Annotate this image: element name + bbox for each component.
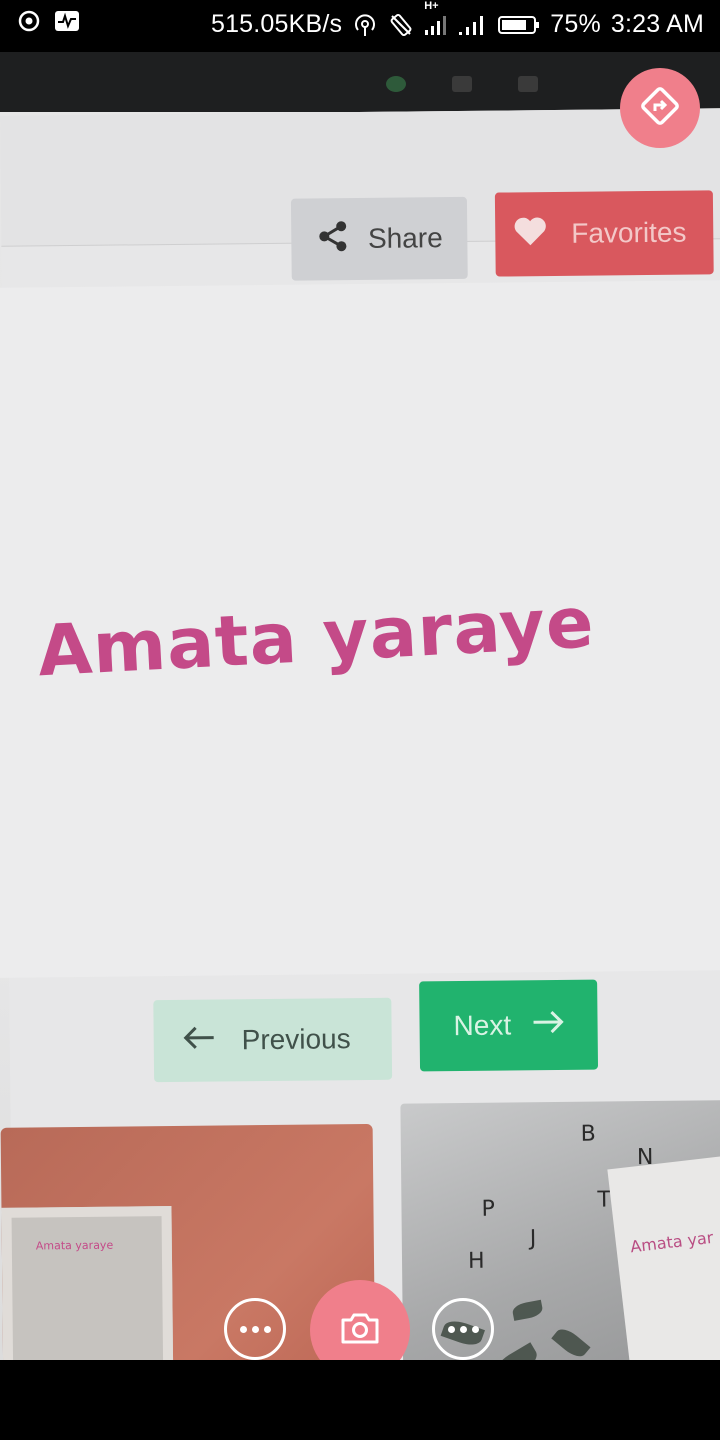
phrase-card: Amata yaraye [0, 280, 720, 978]
tab-icon [452, 76, 472, 92]
favorites-label: Favorites [571, 216, 687, 249]
activity-icon [54, 10, 80, 32]
next-label: Next [453, 1009, 512, 1042]
directions-icon [638, 84, 682, 133]
clock: 3:23 AM [610, 10, 704, 38]
photographed-screen: Share Favorites Amata yaraye Previous Ne… [0, 108, 720, 1360]
camera-viewport[interactable]: Share Favorites Amata yaraye Previous Ne… [0, 52, 720, 1360]
monitor-bezel [0, 52, 720, 112]
next-button: Next [419, 979, 599, 1072]
bookmark-icon [518, 76, 538, 92]
hotspot-icon [352, 12, 378, 38]
auto-rotate-icon [388, 12, 414, 38]
thumbnail-text: Amata yar [629, 1227, 715, 1257]
arrow-right-icon [531, 1009, 565, 1041]
status-bar: 515.05KB/s H+ 75% 3:23 AM [0, 0, 720, 52]
network-speed: 515.05KB/s [210, 10, 343, 38]
heart-icon [513, 216, 547, 253]
navigation-bar [0, 1360, 720, 1440]
more-icon [239, 1325, 247, 1333]
share-button: Share [290, 196, 468, 281]
leaf [511, 1299, 544, 1321]
previous-button: Previous [153, 997, 393, 1083]
paper-card: Amata yar ≈ [607, 1153, 720, 1360]
network-type: H+ [424, 0, 439, 12]
more-options-left-button[interactable] [224, 1298, 286, 1360]
letter: J [529, 1226, 537, 1252]
battery-icon [498, 14, 540, 36]
signal-icon: H+ [424, 0, 448, 36]
previous-label: Previous [241, 1023, 351, 1056]
browser-icon [386, 76, 406, 92]
letter: H [467, 1248, 485, 1274]
favorites-button: Favorites [494, 190, 714, 277]
thumbnail-text: Amata yaraye [35, 1238, 114, 1253]
leaf [490, 1342, 542, 1360]
more-options-right-button[interactable] [432, 1298, 494, 1360]
camera-icon [339, 1310, 381, 1351]
record-icon [18, 10, 40, 32]
letter: P [481, 1196, 495, 1222]
phrase-title: Amata yaraye [35, 581, 597, 693]
share-label: Share [367, 222, 443, 254]
arrow-left-icon [182, 1025, 216, 1057]
leaf [551, 1324, 591, 1360]
battery-percent: 75% [550, 10, 601, 38]
signal-icon [458, 14, 488, 36]
letter: B [580, 1121, 596, 1147]
share-icon [316, 219, 350, 260]
picture-frame [1, 1206, 174, 1360]
more-icon [447, 1325, 455, 1333]
directions-button[interactable] [620, 68, 700, 148]
